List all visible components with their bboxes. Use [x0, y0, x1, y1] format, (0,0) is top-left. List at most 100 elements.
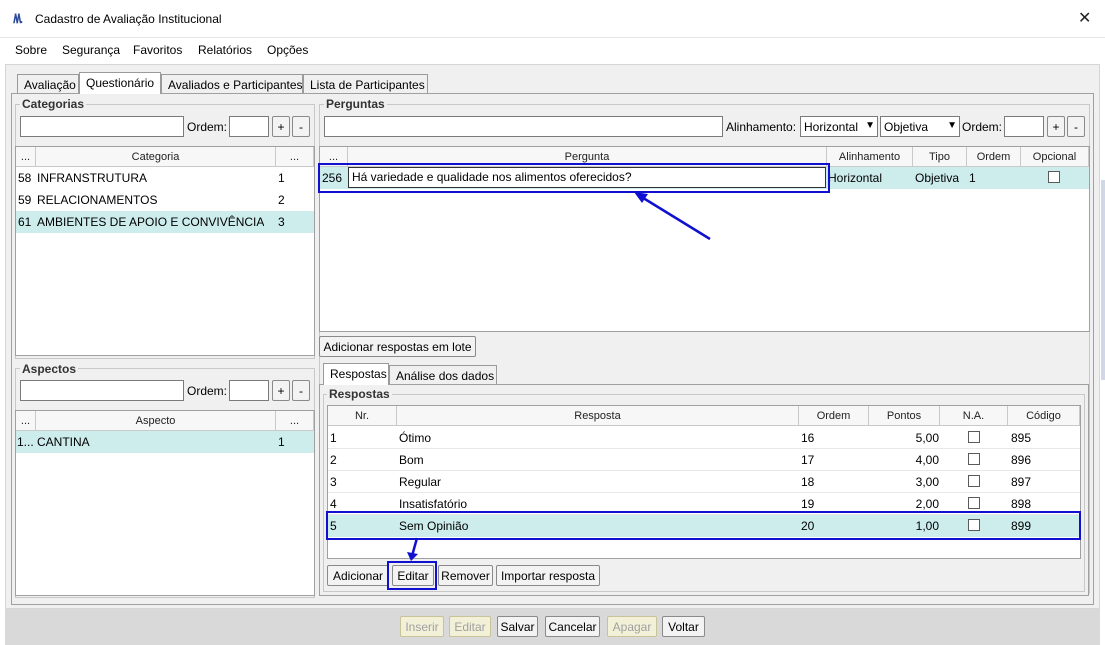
annotation-arrow-icon	[407, 537, 419, 561]
table-row[interactable]: 1 Ótimo 16 5,00 895	[328, 427, 1080, 449]
cell-id: 58	[18, 171, 32, 185]
salvar-button[interactable]: Salvar	[497, 616, 538, 637]
menu-sobre[interactable]: Sobre	[15, 43, 47, 57]
inserir-button[interactable]: Inserir	[400, 616, 444, 637]
cell-pontos: 5,00	[915, 431, 939, 445]
categoria-input[interactable]	[20, 116, 184, 137]
categorias-header-categoria: Categoria	[36, 147, 276, 167]
aspectos-header-ordem: ...	[276, 411, 314, 431]
background-window-edge	[1101, 180, 1105, 380]
cell-nr: 4	[330, 497, 337, 511]
tab-respostas[interactable]: Respostas	[323, 363, 389, 385]
respostas-header-nr: Nr.	[328, 406, 397, 426]
categorias-header-id: ...	[16, 147, 36, 167]
editar-button[interactable]: Editar	[449, 616, 491, 637]
table-row[interactable]: 3 Regular 18 3,00 897	[328, 471, 1080, 493]
aspectos-title: Aspectos	[20, 362, 79, 376]
cell-categoria: INFRANSTRUTURA	[37, 171, 147, 185]
na-checkbox[interactable]	[968, 475, 980, 487]
adicionar-lote-button[interactable]: Adicionar respostas em lote	[319, 336, 476, 357]
cell-id: 1...	[17, 435, 34, 449]
apagar-button[interactable]: Apagar	[607, 616, 657, 637]
tab-questionario[interactable]: Questionário	[79, 72, 161, 94]
tab-avaliados-participantes[interactable]: Avaliados e Participantes	[161, 74, 303, 94]
cell-ordem: 1	[969, 171, 976, 185]
window-title: Cadastro de Avaliação Institucional	[35, 12, 222, 26]
close-icon[interactable]: ✕	[1078, 8, 1091, 28]
aspecto-ordem-label: Ordem:	[187, 384, 228, 398]
opcional-checkbox[interactable]	[1048, 171, 1060, 183]
cell-nr: 2	[330, 453, 337, 467]
cell-alinhamento: Horizontal	[828, 171, 883, 185]
editar-highlight-box	[387, 561, 437, 590]
chevron-down-icon: ▼	[947, 120, 957, 131]
cell-ordem: 18	[801, 475, 815, 489]
na-checkbox[interactable]	[968, 497, 980, 509]
respostas-header-resposta: Resposta	[397, 406, 799, 426]
alinhamento-select[interactable]: Horizontal ▼	[800, 116, 878, 137]
aspecto-ordem-input[interactable]	[229, 380, 269, 401]
aspecto-input[interactable]	[20, 380, 184, 401]
tab-avaliacao[interactable]: Avaliação	[17, 74, 79, 94]
pergunta-highlight-box	[318, 163, 830, 193]
cell-ordem: 1	[278, 171, 285, 185]
categoria-remove-button[interactable]: -	[292, 116, 310, 137]
cell-ordem: 19	[801, 497, 815, 511]
cell-categoria: RELACIONAMENTOS	[37, 193, 158, 207]
respostas-header-na: N.A.	[940, 406, 1008, 426]
pergunta-input[interactable]	[324, 116, 723, 137]
remover-resposta-button[interactable]: Remover	[438, 565, 493, 586]
cell-codigo: 898	[1011, 497, 1032, 511]
pergunta-ordem-label: Ordem:	[962, 120, 1003, 134]
table-row-selected[interactable]: 61 AMBIENTES DE APOIO E CONVIVÊNCIA 3	[16, 211, 314, 233]
respostas-header-ordem: Ordem	[799, 406, 869, 426]
table-row-selected[interactable]: 1... CANTINA 1	[16, 431, 314, 453]
na-checkbox[interactable]	[968, 453, 980, 465]
voltar-button[interactable]: Voltar	[662, 616, 705, 637]
respostas-header-pontos: Pontos	[869, 406, 940, 426]
categoria-add-button[interactable]: +	[272, 116, 290, 137]
adicionar-resposta-button[interactable]: Adicionar	[327, 565, 389, 586]
aspectos-header-id: ...	[16, 411, 36, 431]
cell-codigo: 896	[1011, 453, 1032, 467]
pergunta-add-button[interactable]: +	[1047, 116, 1065, 137]
categoria-ordem-input[interactable]	[229, 116, 269, 137]
aspecto-add-button[interactable]: +	[272, 380, 290, 401]
cell-ordem: 3	[278, 215, 285, 229]
cell-id: 59	[18, 193, 32, 207]
aspectos-header-aspecto: Aspecto	[36, 411, 276, 431]
cell-pontos: 3,00	[915, 475, 939, 489]
cell-pontos: 2,00	[915, 497, 939, 511]
alinhamento-value: Horizontal	[804, 120, 859, 134]
menu-favoritos[interactable]: Favoritos	[133, 43, 182, 57]
cancelar-button[interactable]: Cancelar	[545, 616, 600, 637]
cell-aspecto: CANTINA	[37, 435, 90, 449]
pergunta-ordem-input[interactable]	[1004, 116, 1044, 137]
cell-codigo: 897	[1011, 475, 1032, 489]
pergunta-remove-button[interactable]: -	[1067, 116, 1085, 137]
menu-relatorios[interactable]: Relatórios	[198, 43, 252, 57]
cell-ordem: 1	[278, 435, 285, 449]
menu-seguranca[interactable]: Segurança	[62, 43, 120, 57]
perguntas-header-tipo: Tipo	[913, 147, 967, 167]
respostas-title: Respostas	[327, 387, 392, 401]
cell-resposta: Bom	[399, 453, 424, 467]
perguntas-title: Perguntas	[324, 97, 387, 111]
table-row[interactable]: 58 INFRANSTRUTURA 1	[16, 167, 314, 189]
cell-id: 61	[18, 215, 32, 229]
cell-resposta: Insatisfatório	[399, 497, 468, 511]
menu-opcoes[interactable]: Opções	[267, 43, 308, 57]
cell-ordem: 2	[278, 193, 285, 207]
tab-analise-dados[interactable]: Análise dos dados	[389, 365, 497, 385]
resposta-highlight-box	[326, 511, 1081, 540]
perguntas-header-ordem: Ordem	[967, 147, 1021, 167]
importar-resposta-button[interactable]: Importar resposta	[496, 565, 600, 586]
cell-codigo: 895	[1011, 431, 1032, 445]
aspecto-remove-button[interactable]: -	[292, 380, 310, 401]
cell-ordem: 17	[801, 453, 815, 467]
table-row[interactable]: 59 RELACIONAMENTOS 2	[16, 189, 314, 211]
na-checkbox[interactable]	[968, 431, 980, 443]
tab-lista-participantes[interactable]: Lista de Participantes	[303, 74, 428, 94]
tipo-select[interactable]: Objetiva ▼	[880, 116, 960, 137]
table-row[interactable]: 2 Bom 17 4,00 896	[328, 449, 1080, 471]
